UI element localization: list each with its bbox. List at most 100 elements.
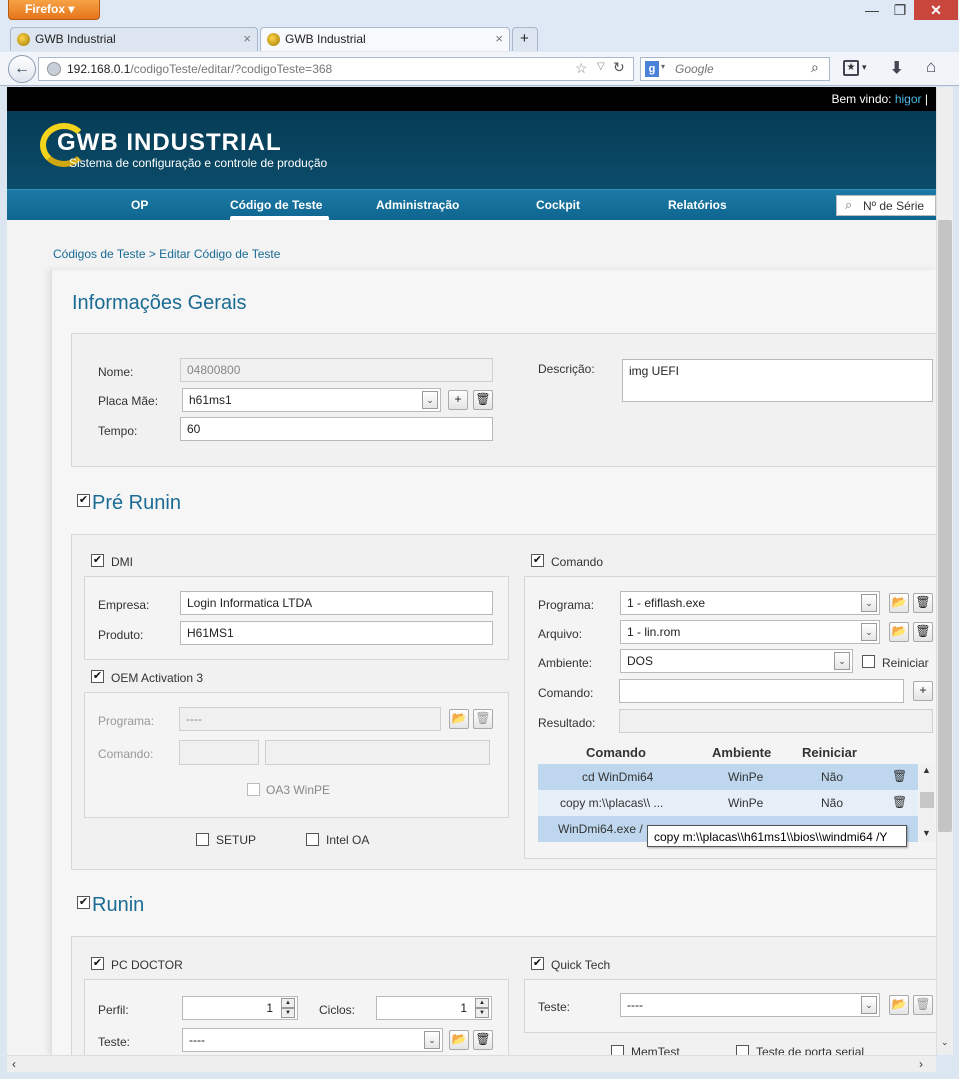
qt-trash-icon[interactable]: 🗑 <box>913 995 933 1015</box>
pc-doctor-checkbox[interactable]: ✔ <box>91 957 104 970</box>
comando-checkbox[interactable]: ✔ <box>531 554 544 567</box>
scroll-down-icon[interactable]: ▼ <box>922 828 931 838</box>
resultado-input[interactable] <box>619 709 933 733</box>
porta-serial-checkbox[interactable] <box>736 1045 749 1055</box>
placa-mae-select[interactable]: h61ms1 ⌄ <box>182 388 441 412</box>
produto-input[interactable]: H61MS1 <box>180 621 493 645</box>
serial-search-input[interactable]: ⌕ Nº de Série <box>836 195 936 216</box>
scroll-down-icon[interactable]: ⌄ <box>941 1037 949 1048</box>
breadcrumb[interactable]: Códigos de Teste > Editar Código de Test… <box>53 247 280 261</box>
bookmark-star-icon[interactable]: ☆ <box>575 60 588 77</box>
porta-serial-label: Teste de porta serial <box>756 1045 865 1055</box>
scroll-up-icon[interactable]: ▲ <box>922 765 931 775</box>
tempo-input[interactable]: 60 <box>180 417 493 441</box>
memtest-checkbox[interactable] <box>611 1045 624 1055</box>
scroll-left-icon[interactable]: ‹ <box>12 1057 16 1071</box>
quick-tech-checkbox[interactable]: ✔ <box>531 957 544 970</box>
empresa-input[interactable]: Login Informatica LTDA <box>180 591 493 615</box>
qt-teste-select[interactable]: ---- ⌄ <box>620 993 880 1017</box>
firefox-menu-button[interactable]: Firefox ▾ <box>8 0 100 20</box>
arquivo-folder-open-icon[interactable]: 📂 <box>889 622 909 642</box>
spinner-down-icon[interactable]: ▼ <box>475 1008 489 1018</box>
pre-runin-checkbox[interactable]: ✔ <box>77 494 90 507</box>
spinner-up-icon[interactable]: ▲ <box>475 998 489 1008</box>
descricao-textarea[interactable]: img UEFI <box>622 359 933 402</box>
comando-input[interactable] <box>619 679 904 703</box>
browser-tab-2[interactable]: GWB Industrial × <box>260 27 510 51</box>
add-comando-button[interactable]: + <box>913 681 933 701</box>
home-icon[interactable]: ⌂ <box>926 57 936 77</box>
bookmarks-menu-icon[interactable]: ★ <box>843 60 859 76</box>
page-vertical-scrollbar[interactable]: ⌄ <box>936 87 953 1055</box>
oem-comando-input-1[interactable] <box>179 740 259 765</box>
nome-input[interactable]: 04800800 <box>180 358 493 382</box>
qt-folder-open-icon[interactable]: 📂 <box>889 995 909 1015</box>
reload-icon[interactable]: ↻ <box>613 59 625 76</box>
perfil-spinner[interactable]: 1 ▲ ▼ <box>182 996 298 1020</box>
browser-tab-1[interactable]: GWB Industrial × <box>10 27 258 51</box>
menu-administracao[interactable]: Administração <box>376 198 459 212</box>
restore-icon[interactable]: ❐ <box>886 0 914 20</box>
new-tab-button[interactable]: + <box>512 27 538 51</box>
bookmarks-dropdown-icon[interactable]: ▾ <box>862 62 867 73</box>
page-horizontal-scrollbar[interactable]: ‹ › <box>7 1055 936 1072</box>
table-scroll-thumb[interactable] <box>920 792 934 808</box>
downloads-icon[interactable]: ⬇ <box>890 58 903 78</box>
add-placa-button[interactable]: + <box>448 390 468 410</box>
minimize-icon[interactable]: — <box>858 0 886 20</box>
close-window-icon[interactable]: ✕ <box>914 0 958 20</box>
ambiente-select[interactable]: DOS ⌄ <box>620 649 853 673</box>
user-link[interactable]: higor <box>895 92 922 106</box>
programa-select[interactable]: 1 - efiflash.exe ⌄ <box>620 591 880 615</box>
setup-checkbox[interactable] <box>196 833 209 846</box>
table-row[interactable]: cd WinDmi64 WinPe Não 🗑 <box>538 764 918 790</box>
intel-oa-checkbox[interactable] <box>306 833 319 846</box>
logo-subtitle: Sistema de configuração e controle de pr… <box>69 156 328 170</box>
row-trash-icon[interactable]: 🗑 <box>892 795 907 809</box>
page-scroll-thumb[interactable] <box>938 220 952 832</box>
url-dropdown-icon[interactable]: ▽ <box>597 61 605 72</box>
oem-activation-checkbox[interactable]: ✔ <box>91 670 104 683</box>
url-bar[interactable]: 192.168.0.1/codigoTeste/editar/?codigoTe… <box>38 57 634 81</box>
engine-dropdown-icon[interactable]: ▾ <box>661 62 665 71</box>
menu-op[interactable]: OP <box>131 198 148 212</box>
spinner-up-icon[interactable]: ▲ <box>281 998 295 1008</box>
search-magnifier-icon[interactable]: ⌕ <box>811 59 819 76</box>
runin-checkbox[interactable]: ✔ <box>77 896 90 909</box>
row-trash-icon[interactable]: 🗑 <box>892 769 907 783</box>
web-search-input[interactable]: g ▾ Google ⌕ <box>640 57 830 81</box>
table-header-reiniciar[interactable]: Reiniciar <box>802 745 857 760</box>
tab-close-icon[interactable]: × <box>243 31 251 46</box>
table-scrollbar[interactable]: ▲ ▼ <box>919 764 935 842</box>
table-row[interactable]: copy m:\\placas\\ ... WinPe Não 🗑 <box>538 790 918 816</box>
spinner-down-icon[interactable]: ▼ <box>281 1008 295 1018</box>
back-arrow-icon[interactable]: ← <box>8 55 36 83</box>
pc-teste-folder-open-icon[interactable]: 📂 <box>449 1030 469 1050</box>
menu-relatorios[interactable]: Relatórios <box>668 198 727 212</box>
pc-teste-trash-icon[interactable]: 🗑 <box>473 1030 493 1050</box>
menu-codigo-teste[interactable]: Código de Teste <box>230 198 322 212</box>
oem-trash-icon[interactable]: 🗑 <box>473 709 493 729</box>
oem-programa-select[interactable]: ---- <box>179 707 441 731</box>
arquivo-trash-icon[interactable]: 🗑 <box>913 622 933 642</box>
arquivo-select[interactable]: 1 - lin.rom ⌄ <box>620 620 880 644</box>
tab-close-icon[interactable]: × <box>495 31 503 46</box>
reiniciar-checkbox[interactable] <box>862 655 875 668</box>
page-viewport: Bem vindo: higor | GWB INDUSTRIAL Sistem… <box>7 87 936 1055</box>
setup-label: SETUP <box>216 833 257 847</box>
table-header-ambiente[interactable]: Ambiente <box>712 745 771 760</box>
programa-folder-open-icon[interactable]: 📂 <box>889 593 909 613</box>
pc-teste-select[interactable]: ---- ⌄ <box>182 1028 443 1052</box>
menu-cockpit[interactable]: Cockpit <box>536 198 580 212</box>
scroll-right-icon[interactable]: › <box>919 1057 923 1071</box>
oem-comando-input-2[interactable] <box>265 740 490 765</box>
oem-folder-open-icon[interactable]: 📂 <box>449 709 469 729</box>
qt-teste-value: ---- <box>627 998 643 1012</box>
dmi-checkbox[interactable]: ✔ <box>91 554 104 567</box>
programa-trash-icon[interactable]: 🗑 <box>913 593 933 613</box>
table-header-comando[interactable]: Comando <box>586 745 646 760</box>
oa3-winpe-checkbox[interactable] <box>247 783 260 796</box>
google-engine-icon[interactable]: g <box>645 61 659 77</box>
delete-placa-trash-icon[interactable]: 🗑 <box>473 390 493 410</box>
ciclos-spinner[interactable]: 1 ▲ ▼ <box>376 996 492 1020</box>
